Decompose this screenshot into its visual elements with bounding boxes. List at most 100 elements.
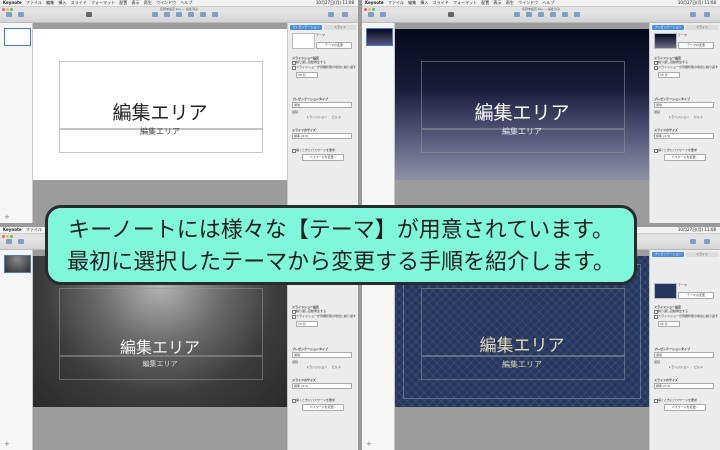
menu-help[interactable]: ヘルプ bbox=[180, 0, 192, 5]
slide-navigator: + bbox=[0, 250, 33, 450]
menu-file[interactable]: ファイル bbox=[26, 0, 42, 5]
caption-line-2: 最初に選択したテーマから変更する手順を紹介します。 bbox=[67, 250, 615, 275]
chart-button[interactable] bbox=[512, 12, 522, 18]
tab-slide[interactable]: スライド bbox=[686, 252, 718, 257]
menu-play[interactable]: 再生 bbox=[144, 0, 152, 5]
comment-button[interactable] bbox=[210, 12, 220, 18]
media-button[interactable] bbox=[198, 12, 208, 18]
slide-size-select[interactable]: 標準 (4:3) bbox=[654, 383, 714, 389]
play-button[interactable] bbox=[446, 12, 456, 18]
tab-presentation[interactable]: プレゼンテーション bbox=[290, 25, 322, 30]
document-button[interactable] bbox=[702, 12, 712, 18]
tab-presentation[interactable]: プレゼンテーション bbox=[652, 25, 684, 30]
document-inspector: プレゼンテーション スライド テーマ テーマの変更 スライドショー設定 繰り返し… bbox=[649, 23, 720, 223]
table-button[interactable] bbox=[524, 12, 534, 18]
presentation-type-select[interactable]: 通常 bbox=[292, 352, 352, 358]
tab-slide[interactable]: スライド bbox=[324, 25, 356, 30]
idle-delay-field[interactable]: 15 分 bbox=[658, 72, 680, 78]
tab-slide[interactable]: スライド bbox=[686, 25, 718, 30]
zoom-button[interactable] bbox=[16, 239, 26, 245]
menu-help[interactable]: ヘルプ bbox=[542, 0, 554, 5]
menu-slide[interactable]: スライド bbox=[71, 0, 87, 5]
idle-delay-field[interactable]: 15 分 bbox=[296, 321, 318, 327]
play-button[interactable] bbox=[84, 12, 94, 18]
presentation-type-select[interactable]: 通常 bbox=[654, 352, 714, 358]
presentation-type-select[interactable]: 通常 bbox=[654, 102, 714, 108]
password-option-label: 開くときにパスワードを要求 bbox=[296, 398, 336, 402]
menu-file[interactable]: ファイル bbox=[388, 0, 404, 5]
table-button[interactable] bbox=[162, 12, 172, 18]
format-button[interactable] bbox=[688, 239, 698, 245]
menu-edit[interactable]: 編集 bbox=[46, 0, 54, 5]
chart-button[interactable] bbox=[150, 12, 160, 18]
theme-name: テーマ bbox=[316, 33, 326, 37]
document-button[interactable] bbox=[340, 12, 350, 18]
presentation-type-heading: プレゼンテーションタイプ bbox=[292, 97, 328, 101]
caption-overlay: キーノートには様々な【テーマ】が用意されています。 最初に選択したテーマから変更… bbox=[45, 205, 637, 285]
slide-thumbnail[interactable] bbox=[4, 28, 31, 46]
menu-insert[interactable]: 挿入 bbox=[420, 0, 428, 5]
add-slide-icon[interactable]: + bbox=[4, 441, 10, 448]
theme-change-button[interactable]: テーマの変更 bbox=[678, 42, 714, 49]
format-button[interactable] bbox=[326, 12, 336, 18]
shape-button[interactable] bbox=[186, 12, 196, 18]
build-label: ビルド bbox=[694, 365, 704, 369]
slide-size-select[interactable]: 標準 (4:3) bbox=[292, 383, 352, 389]
presentation-type-heading: プレゼンテーションタイプ bbox=[654, 97, 690, 101]
zoom-button[interactable] bbox=[378, 12, 388, 18]
toolbar bbox=[0, 11, 358, 23]
menu-insert[interactable]: 挿入 bbox=[58, 0, 66, 5]
text-button[interactable] bbox=[536, 12, 546, 18]
presentation-type-select[interactable]: 通常 bbox=[292, 102, 352, 108]
slide-thumbnail[interactable] bbox=[4, 255, 31, 273]
format-button[interactable] bbox=[688, 12, 698, 18]
build-label: ビルド bbox=[332, 365, 342, 369]
menu-view[interactable]: 表示 bbox=[132, 0, 140, 5]
comment-button[interactable] bbox=[572, 12, 582, 18]
menu-app[interactable]: Keynote bbox=[365, 0, 384, 5]
loop-option-label: 繰り返し自動再生する bbox=[296, 60, 327, 64]
menu-format[interactable]: フォーマット bbox=[91, 0, 115, 5]
tab-presentation[interactable]: プレゼンテーション bbox=[652, 252, 684, 257]
menu-app[interactable]: Keynote bbox=[3, 227, 22, 232]
media-button[interactable] bbox=[560, 12, 570, 18]
add-slide-icon[interactable]: + bbox=[4, 214, 10, 221]
password-change-button[interactable]: パスワードを変更... bbox=[302, 154, 344, 161]
slide-title: 編集エリア bbox=[474, 102, 570, 124]
theme-change-button[interactable]: テーマの変更 bbox=[678, 292, 714, 299]
add-slide-icon[interactable]: + bbox=[366, 441, 372, 448]
slide[interactable]: 編集エリア 編集エリア bbox=[33, 29, 287, 180]
menu-file[interactable]: ファイル bbox=[26, 227, 42, 232]
menu-window[interactable]: ウインドウ bbox=[518, 0, 538, 5]
slide[interactable]: 編集エリア 編集エリア bbox=[395, 29, 649, 180]
menu-play[interactable]: 再生 bbox=[506, 0, 514, 5]
password-change-button[interactable]: パスワードを変更... bbox=[664, 154, 706, 161]
slide-thumbnail[interactable] bbox=[366, 28, 393, 46]
password-change-button[interactable]: パスワードを変更... bbox=[664, 404, 706, 411]
zoom-button[interactable] bbox=[16, 12, 26, 18]
password-change-button[interactable]: パスワードを変更... bbox=[302, 404, 344, 411]
menu-arrange[interactable]: 配置 bbox=[481, 0, 489, 5]
menu-window[interactable]: ウインドウ bbox=[156, 0, 176, 5]
build-label: ビルド bbox=[332, 115, 342, 119]
shape-button[interactable] bbox=[548, 12, 558, 18]
slide-canvas: 編集エリア 編集エリア bbox=[33, 23, 287, 223]
text-button[interactable] bbox=[174, 12, 184, 18]
view-button[interactable] bbox=[4, 12, 14, 18]
idle-delay-field[interactable]: 15 分 bbox=[296, 72, 318, 78]
view-button[interactable] bbox=[4, 239, 14, 245]
menu-app[interactable]: Keynote bbox=[3, 0, 22, 5]
view-button[interactable] bbox=[366, 12, 376, 18]
slide-size-select[interactable]: 標準 (4:3) bbox=[292, 133, 352, 139]
menu-format[interactable]: フォーマット bbox=[453, 0, 477, 5]
menu-edit[interactable]: 編集 bbox=[408, 0, 416, 5]
document-button[interactable] bbox=[702, 239, 712, 245]
menu-slide[interactable]: スライド bbox=[433, 0, 449, 5]
password-option-label: 開くときにパスワードを要求 bbox=[296, 148, 336, 152]
slide-size-select[interactable]: 標準 (4:3) bbox=[654, 133, 714, 139]
menu-arrange[interactable]: 配置 bbox=[119, 0, 127, 5]
theme-change-button[interactable]: テーマの変更 bbox=[316, 42, 352, 49]
toolbar bbox=[362, 11, 720, 23]
idle-delay-field[interactable]: 15 分 bbox=[658, 321, 680, 327]
menu-view[interactable]: 表示 bbox=[494, 0, 502, 5]
